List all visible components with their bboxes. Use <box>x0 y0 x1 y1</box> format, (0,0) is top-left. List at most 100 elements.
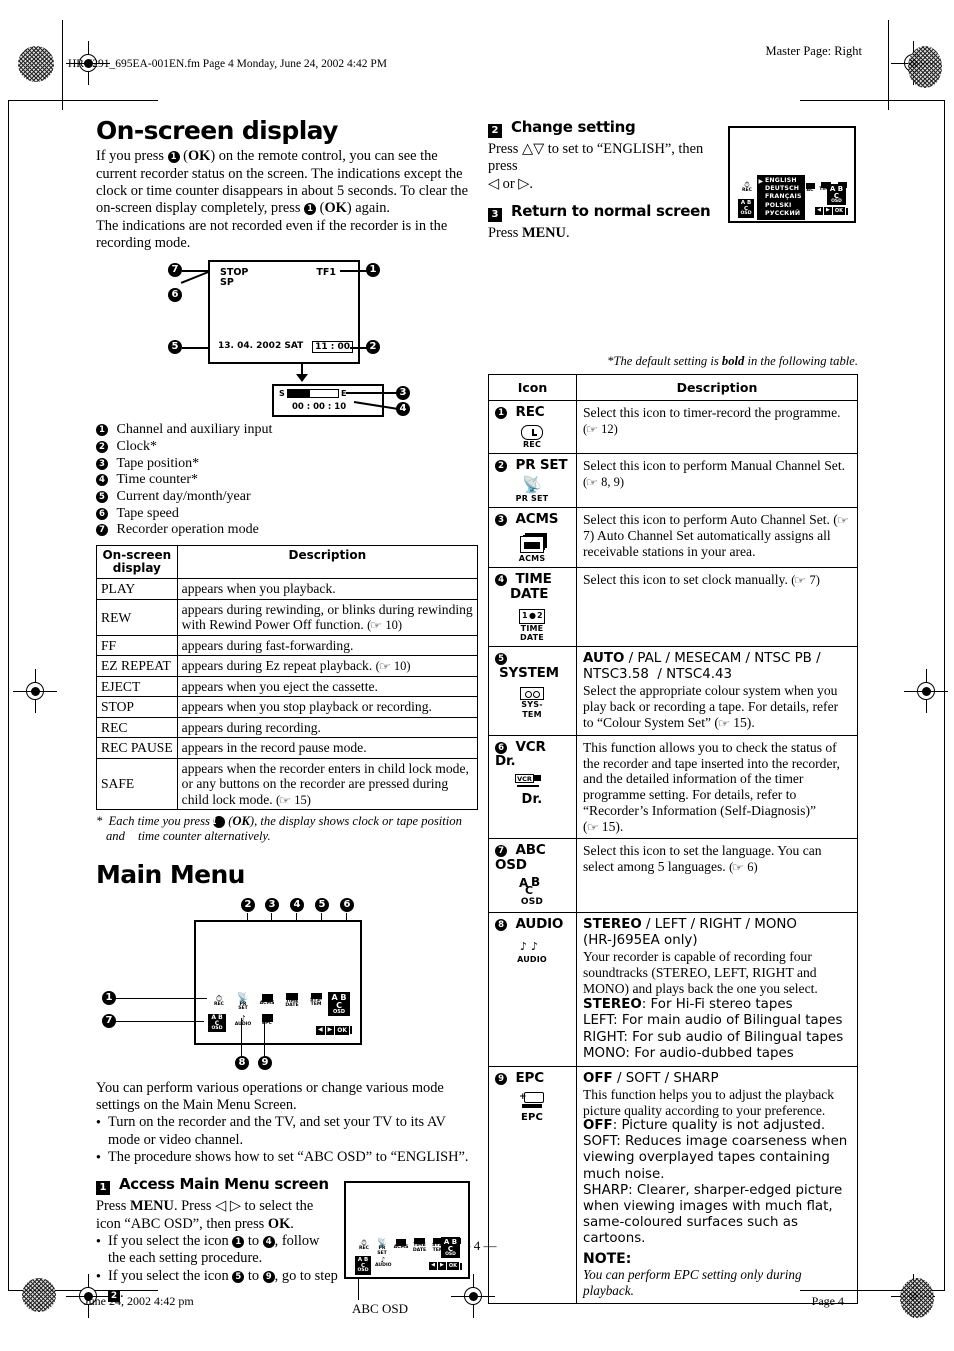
row-name: REC <box>515 404 545 421</box>
ok-badge-2: 1 <box>304 203 317 216</box>
tape-bar-fill <box>288 390 310 398</box>
left-arrow-glyph: ◁ <box>488 175 500 192</box>
language-dropdown[interactable]: ▶ ENGLISH DEUTSCH FRANÇAIS POLSKI РУССКИ… <box>757 175 805 220</box>
ok-chip: OK <box>832 207 845 215</box>
mm-icon-abcosd[interactable]: A B C OSD <box>208 1013 226 1033</box>
row-name: AUDIO <box>515 915 564 932</box>
icon-num-9: 9 <box>262 1270 275 1283</box>
page-ref: (☞ 10) <box>367 618 403 633</box>
osd-key: REC PAUSE <box>96 737 178 759</box>
sub-item: LEFT: For main audio of Bilingual tapes <box>583 1013 851 1029</box>
language-option[interactable]: ENGLISH <box>765 177 802 185</box>
legend-item: 6 Tape speed <box>96 506 478 523</box>
density-patch-bottom-left <box>22 1278 56 1312</box>
osd-callout-4: 4 <box>396 402 410 417</box>
s1-icon-acms: ACMS <box>393 1239 409 1251</box>
ok-bar-end <box>846 207 848 215</box>
page-frame-right <box>888 20 889 110</box>
row-num: 8 <box>495 918 507 931</box>
icon-title: 2 PR SET <box>495 458 570 473</box>
s1-icon-timedate: TIME DATE <box>411 1238 428 1253</box>
page-frame-left-lower <box>8 100 9 1290</box>
header-file-info: HR-J291_695EA-001EN.fm Page 4 Monday, Ju… <box>68 58 388 70</box>
abc-osd-caption: ABC OSD <box>352 1301 408 1317</box>
desc-text: Select this icon to set the language. Yo… <box>583 843 822 875</box>
osd-illustration: STOP SP TF1 13. 04. 2002 SAT 11 : 00 7 6… <box>96 260 478 420</box>
legend-num: 2 <box>96 441 108 454</box>
sub-label: LEFT <box>583 1013 614 1029</box>
language-option[interactable]: FRANÇAIS <box>765 193 802 201</box>
ok-chip: OK <box>446 1262 459 1271</box>
icon-label: REC <box>522 440 542 450</box>
leader-3 <box>346 392 397 394</box>
table-row: REW appears during rewinding, or blinks … <box>96 598 479 636</box>
page-title: On-screen display <box>96 116 338 145</box>
table-row: 3 ACMS ACMS Select this icon to perform … <box>488 507 858 569</box>
desc-text: Select this icon to set clock manually. <box>583 572 788 588</box>
sub-label: SHARP <box>583 1182 629 1198</box>
osd-desc: appears during Ez repeat playback. (☞ 10… <box>176 655 479 677</box>
icon-label-2: TEM <box>522 709 542 719</box>
tape-end-label: E <box>341 389 347 399</box>
s1-icon-rec: ⏱ REC <box>358 1239 370 1252</box>
header-master-page: Master Page: Right <box>765 44 862 58</box>
time-date-icon: 1 ● 2 TIME DATE <box>501 608 563 643</box>
icon-title: 4 TIME DATE <box>495 572 570 601</box>
table-row: REC PAUSE appears in the record pause mo… <box>96 737 479 759</box>
row-num: 3 <box>495 514 507 527</box>
mm-leader-1 <box>116 997 207 999</box>
language-option[interactable]: POLSKI <box>765 202 802 210</box>
legend-text: Channel and auxiliary input <box>116 422 273 438</box>
language-option[interactable]: РУССКИЙ <box>765 210 802 218</box>
lang-icon-abcosd[interactable]: A B C OSD <box>738 199 754 218</box>
epc-sub-items: OFF: Picture quality is not adjusted. SO… <box>583 1118 851 1247</box>
right-column: 2 Change setting Press △▽ to set to “ENG… <box>488 118 858 1304</box>
step-1-title: Access Main Menu screen <box>119 1175 329 1194</box>
audio-options: STEREO / LEFT / RIGHT / MONO (HR-J695EA … <box>583 916 797 948</box>
s1-selected-icon: A B C OSD <box>441 1237 460 1259</box>
icon-num-4: 4 <box>262 1236 275 1249</box>
language-option[interactable]: DEUTSCH <box>765 185 802 193</box>
osd-key: REW <box>96 598 178 636</box>
icon-cell-epc: 9 EPC + EPC <box>488 1065 577 1304</box>
desc-cell: Select this icon to perform Manual Chann… <box>576 453 858 509</box>
icon-label: TIME <box>520 623 544 633</box>
page-frame-top <box>8 100 158 101</box>
icon-cell-abcosd: 7 ABC OSD ABC OSD <box>488 838 577 913</box>
step-3-number: 3 <box>488 208 502 223</box>
row-name: TIME <box>515 571 552 588</box>
main-menu-screen: ⏱ REC 📡 PR SET ACMS TIME DATE SYS- TEM A… <box>194 919 362 1045</box>
right-arrow-icon: ▶ <box>325 1025 335 1035</box>
note-heading: NOTE: <box>583 1250 632 1267</box>
legend-num: 5 <box>96 491 108 504</box>
registration-mark-mid-right <box>904 669 948 713</box>
ref-num: 10 <box>385 618 398 633</box>
desc-text: Select this icon to perform Auto Channel… <box>583 512 850 559</box>
mm-callout-7: 7 <box>102 1013 116 1028</box>
page-frame-right-lower <box>944 100 945 1290</box>
language-select-screen: ⏱ REC A B C OSD ▶ ENGLISH DEUTSCH FRANÇAI… <box>728 126 856 223</box>
s1-icon-abcosd[interactable]: A B C OSD <box>355 1256 371 1275</box>
osd-callout-5: 5 <box>168 340 182 355</box>
step-1-bullets: If you select the icon 1 to 4, follow th… <box>96 1233 338 1302</box>
osd-key: REC <box>96 716 178 739</box>
mm-callout-4: 4 <box>290 897 304 912</box>
osd-callout-3: 3 <box>396 386 410 401</box>
arrow-head-icon <box>296 374 308 383</box>
icon-title: 5 SYSTEM <box>495 651 570 680</box>
page-ref: (☞ 10) <box>375 659 411 674</box>
table-row: 5 SYSTEM SYS- TEM AUTO / PAL / MESECAM /… <box>488 646 858 736</box>
left-arrow-icon: ◀ <box>316 1025 325 1035</box>
sub-item: OFF: Picture quality is not adjusted. <box>583 1118 851 1134</box>
system-options: AUTO / PAL / MESECAM / NTSC PB / NTSC3.58… <box>583 651 821 683</box>
sub-item: SOFT: Reduces image coarseness when view… <box>583 1134 851 1182</box>
row-num: 1 <box>495 407 507 420</box>
density-patch-top-left <box>18 46 54 82</box>
icon-label: Dr. <box>521 791 543 807</box>
osd-desc: appears when you playback. <box>176 578 479 600</box>
desc-cell: This function allows you to check the st… <box>576 734 858 840</box>
icon-title: 7 ABC OSD <box>495 843 570 872</box>
mm-leader-9 <box>264 1015 266 1056</box>
legend-num: 7 <box>96 524 108 537</box>
osd-desc: appears when the recorder enters in chil… <box>176 757 479 811</box>
